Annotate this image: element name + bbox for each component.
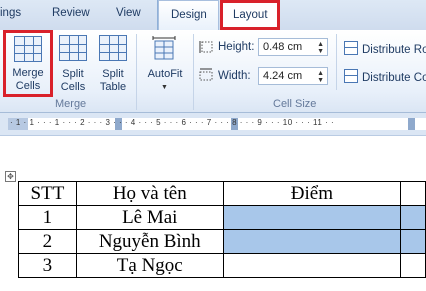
tab-mailings[interactable]: ings [0,7,21,19]
autofit-button[interactable]: AutoFit ▼ [140,32,190,96]
ribbon-tab-bar: ings Review View Design Layout [0,0,426,30]
distribute-columns-icon [344,69,358,83]
table-header-row: STT Họ và tên Điểm [18,181,426,206]
merge-cells-label-1: Merge [12,67,44,79]
horizontal-ruler[interactable]: · 1 · 1 · · · 1 · · · 2 · · · 3 · · · 4 … [0,113,426,136]
height-icon [199,40,213,54]
width-label: Width: [218,70,251,82]
table-cell[interactable]: Tạ Ngọc [75,253,224,278]
ruler-column-marker[interactable] [408,118,415,130]
tab-design-label: Design [171,9,207,21]
tab-review[interactable]: Review [52,7,90,19]
autofit-icon [151,35,177,61]
table-move-handle-icon[interactable]: ✥ [5,171,16,182]
tab-design[interactable]: Design [158,0,219,30]
distribute-rows-label: Distribute Ro [362,44,426,56]
selected-cell[interactable] [400,229,426,254]
spin-down-icon[interactable]: ▼ [317,48,324,55]
cell-size-group-label: Cell Size [273,98,317,110]
spin-down-icon[interactable]: ▼ [317,77,324,84]
height-value: 0.48 cm [263,41,303,53]
distribute-columns-button[interactable]: Distribute Co [344,69,426,84]
tab-layout[interactable]: Layout [220,0,280,30]
table-cell[interactable]: Nguyễn Bình [75,229,224,254]
table-header-cell[interactable] [400,181,426,206]
table-row: 2 Nguyễn Bình [18,229,426,254]
height-label: Height: [218,41,255,53]
width-icon [199,68,213,82]
selected-cell[interactable] [400,205,426,230]
table-cell[interactable] [400,253,426,278]
merge-cells-button[interactable]: Merge Cells [3,30,53,97]
spin-up-icon[interactable]: ▲ [317,70,324,77]
document-area[interactable]: ✥ STT Họ và tên Điểm 1 Lê Mai 2 Nguyễn B… [0,136,426,291]
distribute-columns-label: Distribute Co [362,72,426,84]
table-cell[interactable] [222,253,402,278]
split-cells-icon [59,35,87,61]
table-header-cell[interactable]: Điểm [222,181,402,206]
table-header-cell[interactable]: Họ và tên [75,181,224,206]
document-table[interactable]: STT Họ và tên Điểm 1 Lê Mai 2 Nguyễn Bìn… [18,181,426,278]
height-spinner[interactable]: 0.48 cm ▲ ▼ [258,38,328,56]
spin-up-icon[interactable]: ▲ [317,41,324,48]
table-cell[interactable]: 1 [18,205,77,230]
selected-cell[interactable] [222,229,402,254]
table-cell[interactable]: 2 [18,229,77,254]
table-cell[interactable]: 3 [18,253,77,278]
table-row: 3 Tạ Ngọc [18,253,426,278]
group-separator [136,34,137,110]
merge-cells-icon [14,36,42,62]
table-header-cell[interactable]: STT [18,181,77,206]
group-separator [336,34,337,90]
tab-layout-label: Layout [233,9,268,21]
distribute-rows-button[interactable]: Distribute Ro [344,41,426,56]
merge-cells-label-2: Cells [15,80,41,92]
autofit-label: AutoFit [147,68,183,80]
width-value: 4.24 cm [263,70,303,82]
ribbon-panel: Merge Cells Split Cells Split Table Merg… [0,30,426,113]
tab-view[interactable]: View [116,7,141,19]
ruler-marks: · 1 · 1 · · · 1 · · · 2 · · · 3 · · · 4 … [10,118,335,127]
selected-cell[interactable] [222,205,402,230]
split-table-label-2: Table [99,81,127,93]
merge-group-label: Merge [55,98,87,110]
width-spinner[interactable]: 4.24 cm ▲ ▼ [258,67,328,85]
table-cell[interactable]: Lê Mai [75,205,224,230]
split-table-button[interactable]: Split Table [90,32,136,96]
split-table-icon [99,35,127,61]
autofit-dropdown-icon: ▼ [161,84,168,91]
distribute-rows-icon [344,41,358,55]
table-row: 1 Lê Mai [18,205,426,230]
group-separator [193,34,194,110]
split-table-label-1: Split [102,68,124,80]
